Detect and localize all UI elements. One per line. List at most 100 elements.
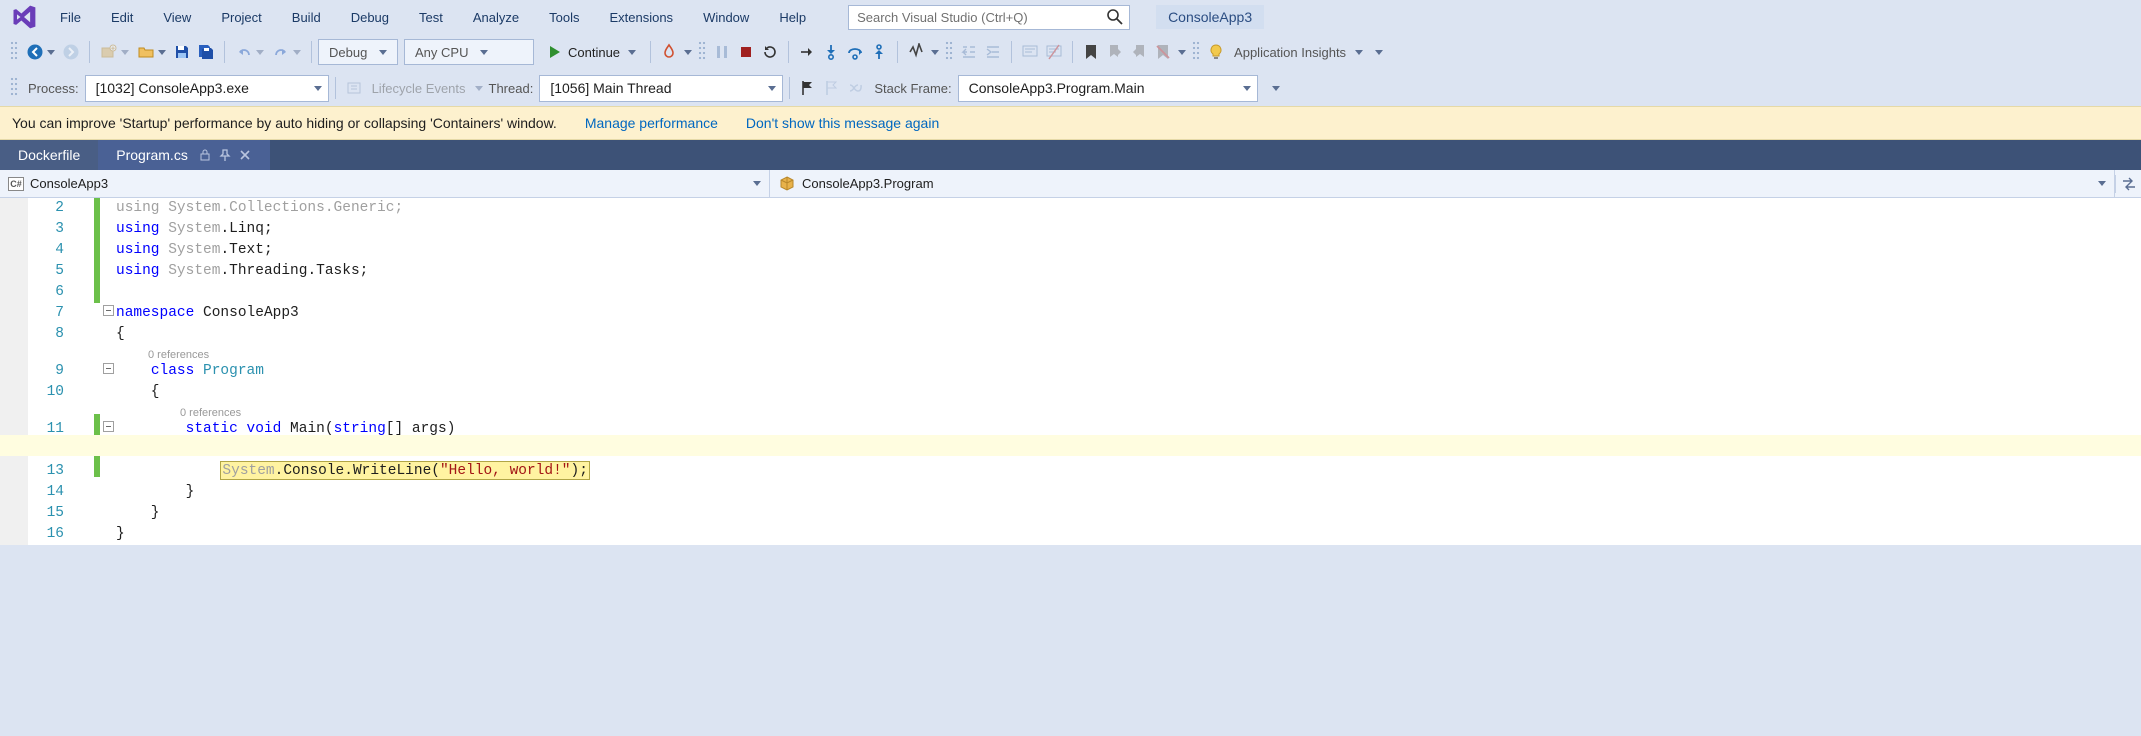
toolbar-grip[interactable] — [10, 41, 18, 63]
break-all-button[interactable] — [710, 39, 734, 65]
fold-toggle-icon[interactable] — [103, 305, 114, 316]
menu-bar: File Edit View Project Build Debug Test … — [0, 0, 2141, 34]
step-over-button[interactable] — [843, 39, 867, 65]
undo-button[interactable] — [231, 39, 268, 65]
class-nav-combo[interactable]: ConsoleApp3.Program — [770, 170, 2115, 198]
save-button[interactable] — [170, 39, 194, 65]
play-icon — [550, 46, 560, 58]
stop-debugging-button[interactable] — [734, 39, 758, 65]
uncomment-button[interactable] — [1042, 39, 1066, 65]
menu-edit[interactable]: Edit — [97, 4, 147, 31]
solution-platform-combo[interactable]: Any CPU — [404, 39, 534, 65]
thread-combo[interactable]: [1056] Main Thread — [539, 75, 783, 102]
codelens-references[interactable]: 0 references — [116, 345, 2141, 361]
code-line: } — [116, 482, 2141, 503]
code-line — [116, 282, 2141, 303]
solution-config-value: Debug — [329, 45, 367, 60]
thread-unflagged-button[interactable] — [820, 75, 844, 101]
continue-button[interactable]: Continue — [542, 39, 644, 65]
outlining-gutter[interactable] — [100, 198, 116, 545]
manage-performance-link[interactable]: Manage performance — [585, 115, 718, 131]
continue-label: Continue — [568, 45, 620, 60]
lock-icon — [198, 148, 212, 162]
redo-button[interactable] — [268, 39, 305, 65]
pin-icon[interactable] — [218, 148, 232, 162]
line-number: 6 — [28, 282, 64, 303]
search-icon[interactable] — [1106, 8, 1124, 26]
search-input[interactable] — [848, 5, 1130, 30]
menu-tools[interactable]: Tools — [535, 4, 593, 31]
lightbulb-icon — [1204, 39, 1228, 65]
new-project-button[interactable]: ✚ — [96, 39, 133, 65]
code-line: namespace ConsoleApp3 — [116, 303, 2141, 324]
restart-button[interactable] — [758, 39, 782, 65]
toolbar-grip[interactable] — [1192, 41, 1200, 63]
comment-button[interactable] — [1018, 39, 1042, 65]
intellitrace-events-button[interactable] — [904, 39, 928, 65]
solution-caption: ConsoleApp3 — [1156, 5, 1264, 29]
dismiss-info-link[interactable]: Don't show this message again — [746, 115, 939, 131]
change-indicator-gutter — [94, 198, 100, 545]
stack-frame-label: Stack Frame: — [868, 81, 957, 96]
code-editor[interactable]: 2 3 4 5 6 7 8 9 10 11 12 13 14 15 16 — [0, 198, 2141, 545]
process-label: Process: — [22, 81, 85, 96]
tab-dockerfile[interactable]: Dockerfile — [0, 140, 98, 170]
menu-project[interactable]: Project — [207, 4, 275, 31]
menu-file[interactable]: File — [46, 4, 95, 31]
code-text-area[interactable]: using System.Collections.Generic; using … — [116, 198, 2141, 545]
code-nav-bar: C# ConsoleApp3 ConsoleApp3.Program — [0, 170, 2141, 198]
toolbar-grip[interactable] — [10, 77, 18, 99]
bookmark-next-button[interactable] — [1127, 39, 1151, 65]
line-number: 13 — [28, 461, 64, 482]
tab-program-cs[interactable]: Program.cs — [98, 140, 270, 170]
close-icon[interactable] — [238, 148, 252, 162]
menu-build[interactable]: Build — [278, 4, 335, 31]
show-next-statement-button[interactable] — [795, 39, 819, 65]
bookmark-toggle-button[interactable] — [1079, 39, 1103, 65]
open-file-button[interactable] — [133, 39, 170, 65]
bookmark-clear-button[interactable] — [1151, 39, 1175, 65]
indent-less-button[interactable] — [957, 39, 981, 65]
menu-extensions[interactable]: Extensions — [595, 4, 687, 31]
fold-toggle-icon[interactable] — [103, 363, 114, 374]
fold-toggle-icon[interactable] — [103, 421, 114, 432]
menu-window[interactable]: Window — [689, 4, 763, 31]
class-nav-value: ConsoleApp3.Program — [802, 176, 934, 191]
hot-reload-button[interactable] — [657, 39, 681, 65]
process-combo[interactable]: [1032] ConsoleApp3.exe — [85, 75, 329, 102]
toolbar-grip[interactable] — [945, 41, 953, 63]
standard-toolbar: ✚ Debug Any CPU Continue Application Ins… — [0, 34, 2141, 70]
bookmark-prev-button[interactable] — [1103, 39, 1127, 65]
toolbar-grip[interactable] — [698, 41, 706, 63]
thread-flag-button[interactable] — [796, 75, 820, 101]
menu-analyze[interactable]: Analyze — [459, 4, 533, 31]
codelens-references[interactable]: 0 references — [116, 403, 2141, 419]
glyph-margin[interactable] — [0, 198, 28, 545]
tab-label: Program.cs — [116, 147, 188, 163]
menu-view[interactable]: View — [149, 4, 205, 31]
step-into-button[interactable] — [819, 39, 843, 65]
code-line: } — [116, 503, 2141, 524]
menu-help[interactable]: Help — [765, 4, 820, 31]
nav-forward-button[interactable] — [59, 39, 83, 65]
project-nav-value: ConsoleApp3 — [30, 176, 108, 191]
step-out-button[interactable] — [867, 39, 891, 65]
lifecycle-events-icon — [342, 75, 366, 101]
save-all-button[interactable] — [194, 39, 218, 65]
indent-more-button[interactable] — [981, 39, 1005, 65]
app-insights-label[interactable]: Application Insights — [1228, 45, 1352, 60]
nav-back-button[interactable] — [22, 39, 59, 65]
menu-test[interactable]: Test — [405, 4, 457, 31]
line-number: 4 — [28, 240, 64, 261]
split-view-button[interactable] — [2115, 175, 2141, 193]
solution-config-combo[interactable]: Debug — [318, 39, 398, 65]
menu-debug[interactable]: Debug — [337, 4, 403, 31]
line-number: 3 — [28, 219, 64, 240]
show-threads-button[interactable] — [844, 75, 868, 101]
lifecycle-events-combo[interactable]: Lifecycle Events — [366, 81, 472, 96]
visual-studio-logo-icon — [10, 3, 38, 31]
stack-frame-value: ConsoleApp3.Program.Main — [969, 80, 1145, 96]
project-nav-combo[interactable]: C# ConsoleApp3 — [0, 170, 770, 198]
stack-frame-combo[interactable]: ConsoleApp3.Program.Main — [958, 75, 1258, 102]
tab-label: Dockerfile — [18, 147, 80, 163]
